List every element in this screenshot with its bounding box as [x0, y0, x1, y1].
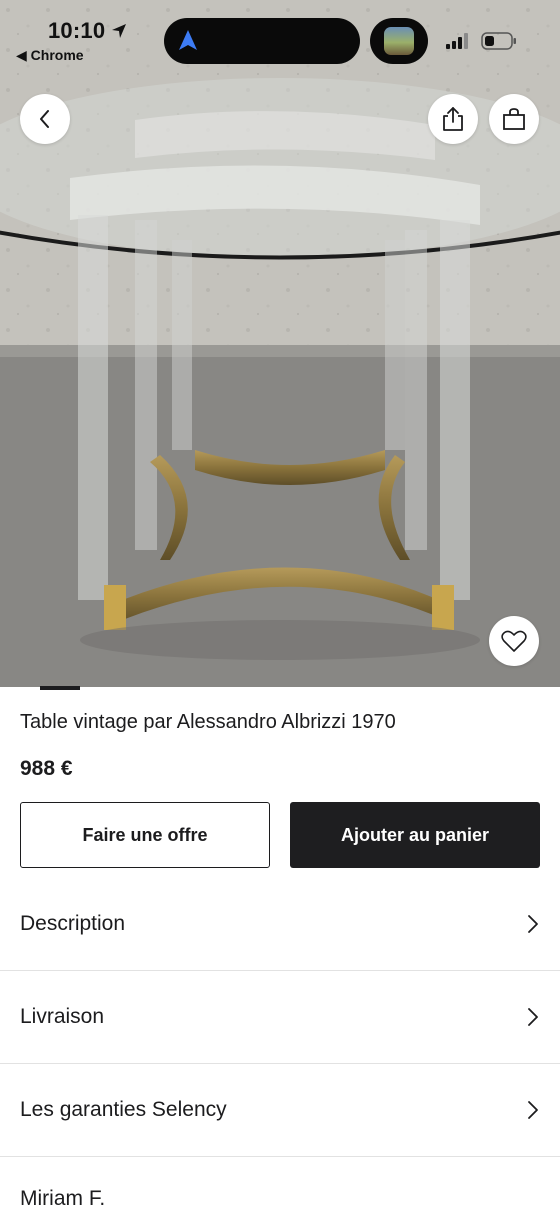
add-to-cart-button[interactable]: Ajouter au panier — [290, 802, 540, 868]
section-label: Les garanties Selency — [20, 1098, 227, 1121]
carousel-indicator — [40, 686, 80, 690]
back-to-app-link[interactable]: ◀ Chrome — [16, 47, 84, 64]
back-chevron-icon — [40, 110, 49, 128]
cellular-signal-icon — [446, 33, 468, 49]
cart-button[interactable] — [489, 94, 539, 144]
status-bar: 10:10 ◀ Chrome — [0, 0, 560, 80]
product-title: Table vintage par Alessandro Albrizzi 19… — [20, 711, 396, 733]
product-photo — [0, 0, 560, 687]
navigation-icon — [179, 30, 197, 50]
seller-name[interactable]: Miriam F. — [20, 1187, 105, 1211]
favorite-button[interactable] — [489, 616, 539, 666]
share-button[interactable] — [428, 94, 478, 144]
chevron-right-icon — [528, 1101, 538, 1119]
product-image[interactable]: 10:10 ◀ Chrome — [0, 0, 560, 687]
chevron-right-icon — [528, 915, 538, 933]
share-icon — [443, 107, 463, 131]
section-row-guarantees[interactable]: Les garanties Selency — [0, 1064, 560, 1157]
make-offer-button[interactable]: Faire une offre — [20, 802, 270, 868]
location-arrow-icon — [112, 24, 126, 38]
status-time: 10:10 — [48, 18, 106, 43]
section-label: Description — [20, 912, 126, 935]
live-activity-thumbnail — [384, 27, 414, 55]
section-row-description[interactable]: Description — [0, 878, 560, 971]
shopping-bag-icon — [503, 108, 525, 130]
section-label: Livraison — [20, 1005, 105, 1028]
section-row-livraison[interactable]: Livraison — [0, 971, 560, 1064]
heart-icon — [501, 630, 527, 652]
chevron-right-icon — [528, 1008, 538, 1026]
back-button[interactable] — [20, 94, 70, 144]
product-price: 988 € — [20, 757, 73, 780]
battery-icon — [481, 32, 516, 50]
